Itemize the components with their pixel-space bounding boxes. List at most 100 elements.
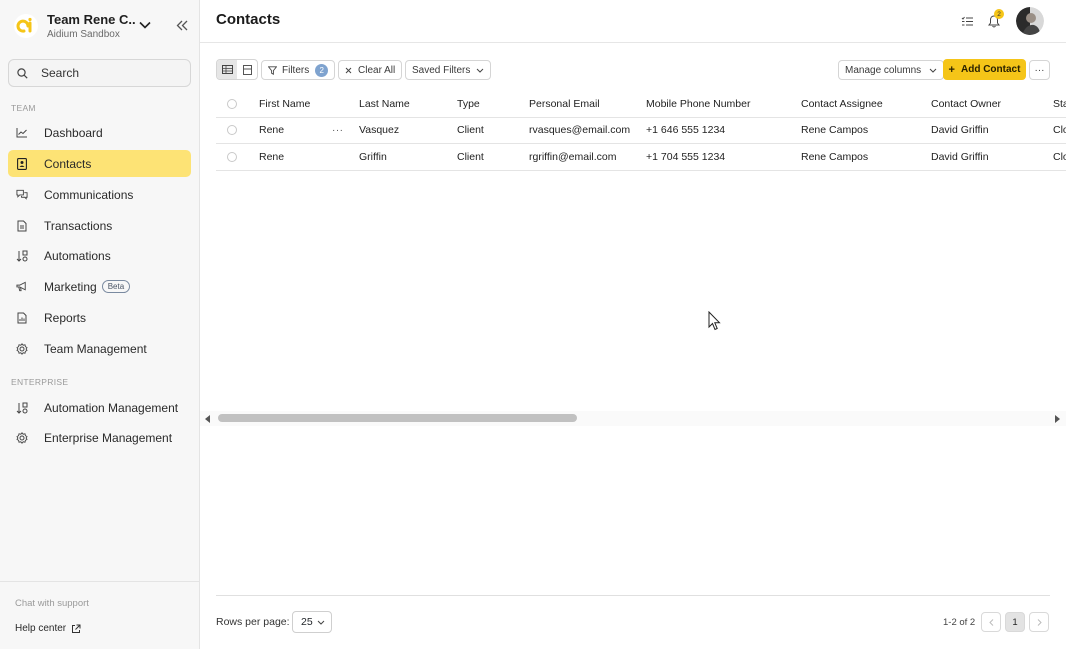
more-options-button[interactable]: ··· — [1029, 60, 1050, 80]
sidebar-item-reports[interactable]: Reports — [8, 304, 191, 331]
document-icon — [16, 220, 28, 232]
cell-type: Client — [457, 124, 484, 136]
collapse-sidebar-icon[interactable] — [174, 18, 190, 32]
table-row[interactable]: Rene Griffin Client rgriffin@email.com +… — [216, 144, 1066, 171]
gear-icon — [16, 342, 28, 355]
search-box[interactable] — [8, 59, 191, 87]
filters-count-badge: 2 — [315, 63, 329, 77]
cell-status: Clo — [1053, 151, 1066, 163]
sidebar-item-team-management[interactable]: Team Management — [8, 335, 191, 362]
search-input[interactable] — [41, 66, 181, 80]
chat-with-support-link[interactable]: Chat with support — [15, 598, 89, 609]
view-toggle — [216, 59, 258, 80]
chevron-left-icon — [988, 618, 993, 626]
cell-phone: +1 704 555 1234 — [646, 151, 726, 163]
rows-per-page-value: 25 — [301, 616, 313, 628]
table-header-row: First Name Last Name Type Personal Email… — [216, 91, 1066, 118]
chevron-down-icon — [477, 68, 484, 73]
scrollbar-thumb[interactable] — [218, 414, 577, 422]
report-icon — [16, 312, 28, 324]
column-header[interactable]: Personal Email — [529, 91, 600, 117]
pagination-range: 1-2 of 2 — [943, 617, 976, 628]
user-avatar[interactable] — [1016, 7, 1044, 35]
filters-label: Filters — [282, 64, 310, 76]
megaphone-icon — [16, 281, 28, 293]
column-header[interactable]: Mobile Phone Number — [646, 91, 750, 117]
sidebar-item-enterprise-management[interactable]: Enterprise Management — [8, 424, 191, 451]
sidebar-item-label: Reports — [44, 310, 87, 325]
plus-icon: + — [948, 63, 955, 76]
cell-status: Clo — [1053, 124, 1066, 136]
sidebar-item-label: Communications — [44, 187, 134, 202]
sidebar-item-label: Dashboard — [44, 125, 103, 140]
help-center-link[interactable]: Help center — [15, 623, 81, 634]
saved-filters-dropdown[interactable]: Saved Filters — [405, 60, 492, 80]
manage-columns-dropdown[interactable]: Manage columns — [838, 60, 945, 80]
notification-count-badge: 2 — [994, 9, 1004, 19]
row-checkbox[interactable] — [227, 152, 237, 162]
footer-divider — [216, 595, 1050, 596]
automation-icon — [16, 250, 28, 262]
sidebar-item-dashboard[interactable]: Dashboard — [8, 119, 191, 146]
cell-last-name: Vasquez — [359, 124, 400, 136]
cell-owner: David Griffin — [931, 151, 989, 163]
cell-first-name: Rene — [259, 124, 285, 136]
sidebar-item-label: Contacts — [44, 156, 92, 171]
sidebar-item-transactions[interactable]: Transactions — [8, 212, 191, 239]
automation-icon — [16, 402, 28, 414]
card-view-icon[interactable] — [237, 60, 257, 79]
sidebar-item-automation-management[interactable]: Automation Management — [8, 394, 191, 421]
sidebar-item-contacts[interactable]: Contacts — [8, 150, 191, 177]
sidebar-item-label: Automation Management — [44, 400, 179, 415]
clear-all-button[interactable]: Clear All — [338, 60, 403, 80]
column-header[interactable]: Last Name — [359, 91, 410, 117]
scroll-left-icon[interactable] — [203, 414, 212, 423]
cell-assignee: Rene Campos — [801, 124, 869, 136]
scroll-right-icon[interactable] — [1052, 414, 1061, 423]
sidebar-item-automations[interactable]: Automations — [8, 242, 191, 269]
rows-per-page-select[interactable]: 25 — [292, 611, 332, 633]
column-header[interactable]: First Name — [259, 91, 310, 117]
sidebar-item-label: Marketing — [44, 279, 97, 294]
section-label-team: TEAM — [11, 103, 36, 113]
cell-assignee: Rene Campos — [801, 151, 869, 163]
cell-email: rgriffin@email.com — [529, 151, 617, 163]
notification-bell-icon[interactable]: 2 — [985, 9, 1004, 30]
filters-button[interactable]: Filters 2 — [261, 60, 336, 80]
sidebar-item-communications[interactable]: Communications — [8, 181, 191, 208]
chevron-down-icon[interactable] — [138, 18, 152, 32]
gear-icon — [16, 431, 28, 444]
sidebar-item-marketing[interactable]: Marketing Beta — [8, 273, 191, 300]
row-checkbox[interactable] — [227, 125, 237, 135]
cell-last-name: Griffin — [359, 151, 387, 163]
task-list-icon[interactable] — [958, 12, 976, 30]
aidium-logo — [14, 14, 38, 38]
team-switcher[interactable]: Team Rene C... Aidium Sandbox — [14, 10, 194, 42]
add-contact-button[interactable]: + Add Contact — [943, 59, 1026, 80]
select-all-checkbox[interactable] — [227, 99, 237, 109]
horizontal-scrollbar[interactable] — [200, 411, 1066, 426]
next-page-button[interactable] — [1029, 612, 1049, 632]
contacts-table: First Name Last Name Type Personal Email… — [216, 91, 1066, 171]
contact-book-icon — [16, 157, 28, 170]
add-contact-label: Add Contact — [960, 64, 1021, 75]
manage-columns-label: Manage columns — [845, 64, 922, 76]
team-name: Team Rene C... — [47, 12, 135, 26]
clear-all-label: Clear All — [358, 64, 396, 76]
cell-owner: David Griffin — [931, 124, 989, 136]
column-header[interactable]: Contact Assignee — [801, 91, 883, 117]
beta-badge: Beta — [101, 280, 131, 293]
table-view-icon[interactable] — [217, 60, 237, 79]
column-header[interactable]: Contact Owner — [931, 91, 1001, 117]
cell-email: rvasques@email.com — [529, 124, 631, 136]
chat-bubbles-icon — [16, 189, 28, 201]
column-header[interactable]: Type — [457, 91, 480, 117]
table-row[interactable]: Rene ··· Vasquez Client rvasques@email.c… — [216, 117, 1066, 144]
previous-page-button[interactable] — [981, 612, 1001, 632]
row-menu-icon[interactable]: ··· — [332, 117, 344, 143]
column-header[interactable]: Sta — [1053, 91, 1066, 117]
chevron-right-icon — [1037, 618, 1042, 626]
team-subtitle: Aidium Sandbox — [47, 28, 120, 40]
page-button-current[interactable]: 1 — [1005, 612, 1025, 632]
cell-first-name: Rene — [259, 151, 285, 163]
